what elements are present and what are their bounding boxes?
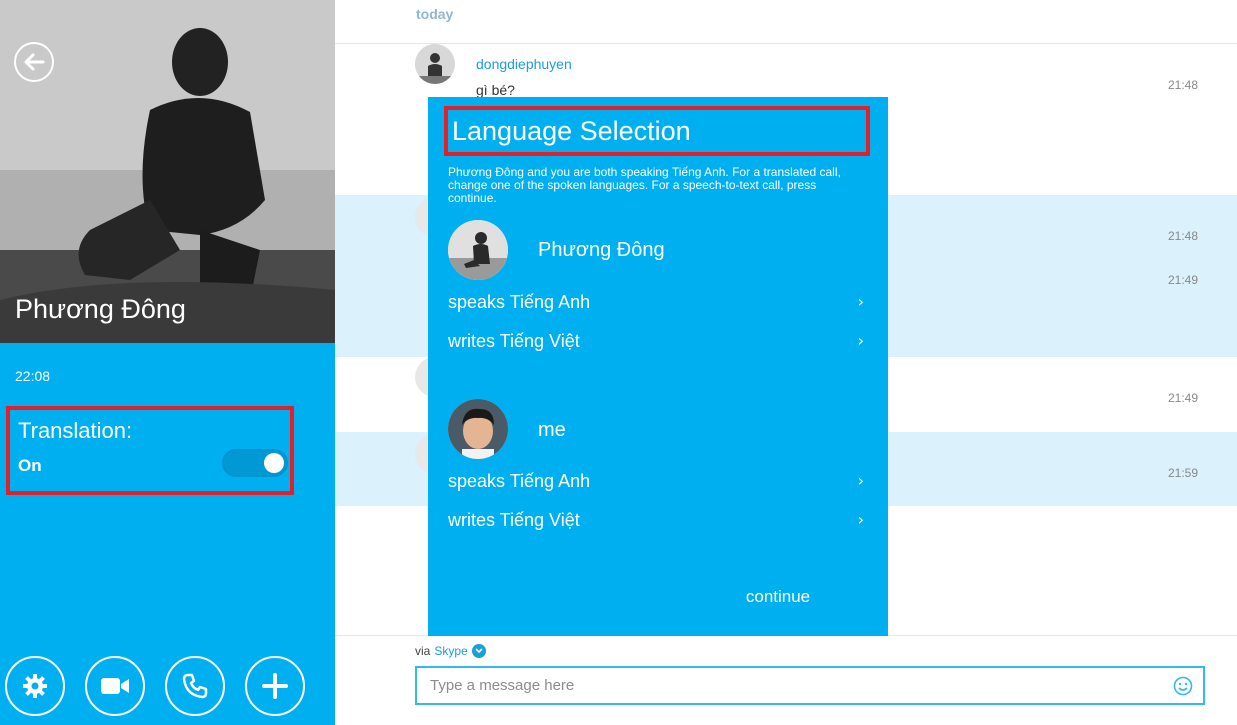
video-icon xyxy=(101,678,129,694)
contact-panel: Phương Đông 22:08 Translation: On xyxy=(0,0,335,725)
settings-button[interactable] xyxy=(5,656,65,716)
dialog-title-highlight: Language Selection xyxy=(444,106,870,156)
written-language-selector[interactable]: writes Tiếng Việt › xyxy=(448,510,868,536)
written-language-selector[interactable]: writes Tiếng Việt › xyxy=(448,331,868,357)
message-timestamp: 21:48 xyxy=(1168,78,1199,92)
via-label: via xyxy=(415,644,431,658)
call-button[interactable] xyxy=(165,656,225,716)
toggle-knob xyxy=(264,453,284,473)
translation-toggle[interactable] xyxy=(222,449,288,477)
back-button[interactable] xyxy=(14,42,54,82)
phone-icon xyxy=(182,673,208,699)
contact-avatar-image xyxy=(448,220,508,280)
dialog-title: Language Selection xyxy=(452,116,691,146)
message-timestamp: 21:59 xyxy=(1168,466,1199,480)
add-button[interactable] xyxy=(245,656,305,716)
contact-photo: Phương Đông xyxy=(0,0,335,343)
dialog-description: Phương Đông and you are both speaking Ti… xyxy=(448,165,841,205)
continue-button[interactable]: continue xyxy=(718,587,838,611)
message-text: gì bé? xyxy=(476,82,515,98)
translation-state: On xyxy=(18,456,42,475)
via-service: via Skype xyxy=(415,644,486,658)
chevron-down-icon[interactable] xyxy=(471,644,486,658)
gear-icon xyxy=(23,674,47,698)
chevron-right-icon: › xyxy=(857,331,864,350)
smiley-icon xyxy=(1173,676,1193,696)
chevron-right-icon: › xyxy=(857,510,864,529)
translation-label: Translation: xyxy=(18,418,133,443)
message-timestamp: 21:49 xyxy=(1168,273,1199,287)
chevron-right-icon: › xyxy=(857,292,864,311)
language-selection-dialog: Language Selection Phương Đông and you a… xyxy=(428,97,888,636)
message-timestamp: 21:49 xyxy=(1168,391,1199,405)
my-avatar-image xyxy=(448,399,508,459)
spoken-language-label: speaks Tiếng Anh xyxy=(448,471,591,491)
spoken-language-selector[interactable]: speaks Tiếng Anh › xyxy=(448,471,868,497)
call-time: 22:08 xyxy=(15,368,51,384)
spoken-language-label: speaks Tiếng Anh xyxy=(448,292,591,312)
sender-avatar-image xyxy=(415,44,455,84)
contact-name: Phương Đông xyxy=(15,294,186,324)
avatar xyxy=(415,44,455,84)
back-arrow-icon xyxy=(24,53,45,71)
person-name: me xyxy=(538,419,566,441)
written-language-label: writes Tiếng Việt xyxy=(448,331,580,351)
spoken-language-selector[interactable]: speaks Tiếng Anh › xyxy=(448,292,868,318)
divider xyxy=(335,43,1237,44)
translation-setting: Translation: On xyxy=(6,406,294,495)
avatar xyxy=(448,399,508,459)
chevron-right-icon: › xyxy=(857,471,864,490)
message-input[interactable] xyxy=(415,666,1205,705)
service-selector[interactable]: Skype xyxy=(434,644,467,658)
message-timestamp: 21:48 xyxy=(1168,229,1199,243)
video-call-button[interactable] xyxy=(85,656,145,716)
written-language-label: writes Tiếng Việt xyxy=(448,510,580,530)
plus-icon xyxy=(262,673,288,699)
message-sender[interactable]: dongdiephuyen xyxy=(476,56,572,72)
person-name: Phương Đông xyxy=(538,239,665,261)
avatar xyxy=(448,220,508,280)
day-separator: today xyxy=(416,6,454,22)
emoticon-button[interactable] xyxy=(1173,676,1193,696)
